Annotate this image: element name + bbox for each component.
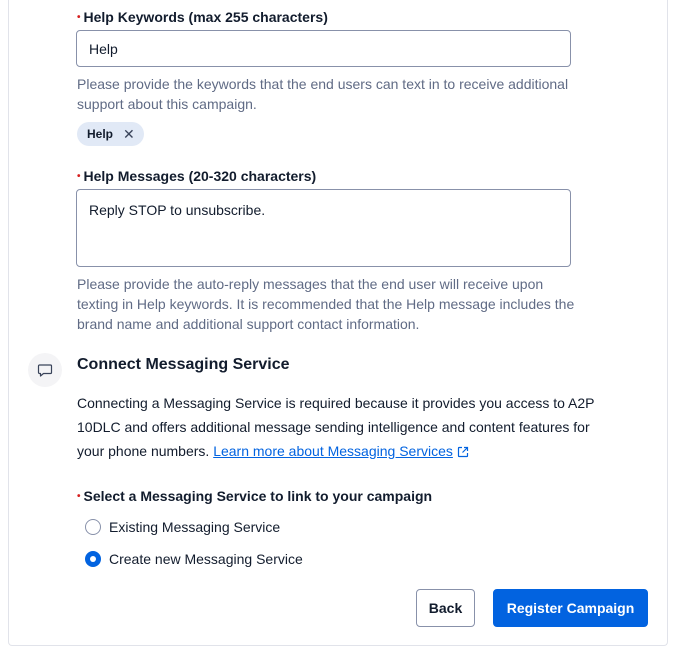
- help-keywords-input[interactable]: [76, 30, 571, 67]
- required-indicator: •: [77, 171, 81, 182]
- external-link-icon: [457, 446, 468, 458]
- learn-more-link-text[interactable]: Learn more about Messaging Services: [213, 443, 453, 459]
- radio-create-new-label[interactable]: Create new Messaging Service: [109, 551, 303, 567]
- section-description: Connecting a Messaging Service is requir…: [77, 391, 597, 463]
- keyword-chip-label: Help: [87, 127, 114, 141]
- select-service-label-text: Select a Messaging Service to link to yo…: [83, 488, 433, 504]
- register-campaign-button[interactable]: Register Campaign: [493, 589, 648, 627]
- help-messages-label-text: Help Messages (20-320 characters): [83, 168, 317, 184]
- select-service-label: • Select a Messaging Service to link to y…: [77, 488, 432, 504]
- radio-existing-label[interactable]: Existing Messaging Service: [109, 519, 280, 535]
- chat-bubble-icon: [28, 353, 62, 387]
- help-messages-help-text: Please provide the auto-reply messages t…: [77, 276, 575, 332]
- radio-button-unchecked[interactable]: [85, 519, 101, 535]
- help-messages-label: • Help Messages (20-320 characters): [77, 168, 316, 184]
- radio-existing-service[interactable]: Existing Messaging Service: [85, 519, 280, 535]
- section-title: Connect Messaging Service: [77, 356, 290, 373]
- help-keywords-label: • Help Keywords (max 255 characters): [77, 9, 328, 25]
- learn-more-link[interactable]: Learn more about Messaging Services: [213, 443, 469, 459]
- help-keywords-help-text: Please provide the keywords that the end…: [77, 76, 569, 112]
- radio-create-new-service[interactable]: Create new Messaging Service: [85, 551, 303, 567]
- radio-button-checked[interactable]: [85, 551, 101, 567]
- back-button[interactable]: Back: [416, 589, 475, 627]
- keyword-chip: Help ✕: [77, 122, 144, 146]
- required-indicator: •: [77, 491, 81, 502]
- help-messages-textarea[interactable]: Reply STOP to unsubscribe.: [76, 189, 571, 267]
- required-indicator: •: [77, 12, 81, 23]
- help-keywords-label-text: Help Keywords (max 255 characters): [83, 9, 328, 25]
- remove-chip-icon[interactable]: ✕: [123, 127, 135, 141]
